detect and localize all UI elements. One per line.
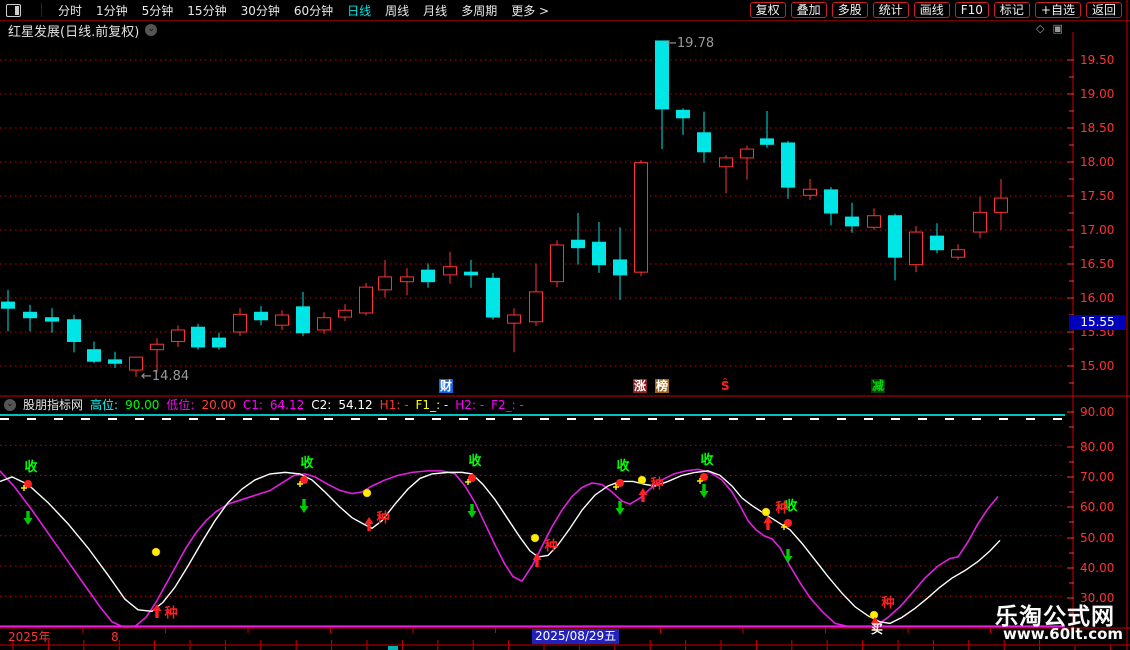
price-axis-label: 17.50 bbox=[1080, 189, 1115, 203]
indicator-param-5: C1: bbox=[242, 397, 263, 412]
last-price-badge: 15.55 bbox=[1069, 315, 1126, 330]
indicator-param-6: 64.12 bbox=[269, 397, 305, 412]
indicator-axis-label: 50.00 bbox=[1080, 531, 1115, 545]
low-price-annotation: ←14.84 bbox=[141, 369, 190, 384]
svg-text:收: 收 bbox=[24, 459, 38, 475]
indicator-param-3: 低位: bbox=[166, 398, 195, 412]
svg-text:种: 种 bbox=[375, 510, 389, 526]
status-badge: Ŝ bbox=[721, 379, 730, 393]
indicator-param-10: F1_: - bbox=[415, 397, 449, 412]
indicator-param-12: F2_: - bbox=[491, 397, 524, 412]
indicator-axis-label: 40.00 bbox=[1080, 561, 1115, 575]
high-price-annotation: ←19.78 bbox=[666, 36, 715, 51]
svg-text:买: 买 bbox=[871, 622, 883, 636]
app-window: 分时 1分钟 5分钟 15分钟 30分钟 60分钟 日线 周线 月线 多周期 更多 > 复权 叠加 多股… bbox=[0, 0, 1130, 650]
price-axis-label: 19.50 bbox=[1080, 53, 1115, 67]
timeline-month: 8 bbox=[111, 630, 119, 644]
price-axis-label: 18.00 bbox=[1080, 155, 1115, 169]
price-axis-label: 16.00 bbox=[1080, 291, 1115, 305]
price-axis-label: 18.50 bbox=[1080, 121, 1115, 135]
svg-text:种: 种 bbox=[649, 476, 663, 492]
timeline-year: 2025年 bbox=[8, 630, 51, 644]
indicator-header[interactable]: ⌄ 股朋指标网 高位: 90.00 低位: 20.00 C1: 64.12 C2: 54.12… bbox=[0, 397, 1064, 412]
timeline-date: 2025/08/29五 bbox=[532, 629, 620, 644]
indicator-param-4: 20.00 bbox=[201, 397, 236, 412]
indicator-param-1: 高位: bbox=[90, 398, 119, 412]
indicator-param-2: 90.00 bbox=[125, 397, 160, 412]
svg-text:收: 收 bbox=[616, 458, 630, 474]
indicator-param-7: C2: bbox=[311, 397, 332, 412]
indicator-axis-label: 60.00 bbox=[1080, 500, 1115, 514]
svg-text:收: 收 bbox=[700, 452, 714, 468]
watermark-url: www.60lt.com bbox=[1003, 625, 1124, 643]
status-badge: 减 bbox=[871, 379, 886, 393]
indicator-axis-label: 80.00 bbox=[1080, 440, 1115, 454]
indicator-axis-label: 90.00 bbox=[1080, 405, 1115, 419]
svg-text:种: 种 bbox=[774, 500, 788, 516]
svg-text:种: 种 bbox=[880, 595, 894, 611]
price-axis-label: 16.50 bbox=[1080, 257, 1115, 271]
indicator-param-8: 54.12 bbox=[338, 397, 373, 412]
svg-text:种: 种 bbox=[163, 605, 177, 621]
price-axis-label: 19.00 bbox=[1080, 87, 1115, 101]
indicator-name: 股朋指标网 bbox=[23, 398, 84, 412]
price-axis-label: 15.00 bbox=[1080, 359, 1115, 373]
indicator-axis-label: 70.00 bbox=[1080, 470, 1115, 484]
chart-canvas[interactable]: 收收收收收收种种种种种种买 bbox=[0, 0, 1130, 650]
indicator-param-11: H2: - bbox=[455, 397, 485, 412]
status-badge: 涨 bbox=[633, 379, 648, 393]
indicator-param-9: H1: - bbox=[379, 397, 409, 412]
svg-text:种: 种 bbox=[543, 538, 557, 554]
price-axis-label: 17.00 bbox=[1080, 223, 1115, 237]
collapse-icon[interactable]: ⌄ bbox=[4, 398, 16, 411]
status-badge: 财 bbox=[439, 379, 454, 393]
status-badge: 榜 bbox=[655, 379, 670, 393]
svg-text:收: 收 bbox=[300, 455, 314, 471]
svg-text:收: 收 bbox=[468, 453, 482, 469]
